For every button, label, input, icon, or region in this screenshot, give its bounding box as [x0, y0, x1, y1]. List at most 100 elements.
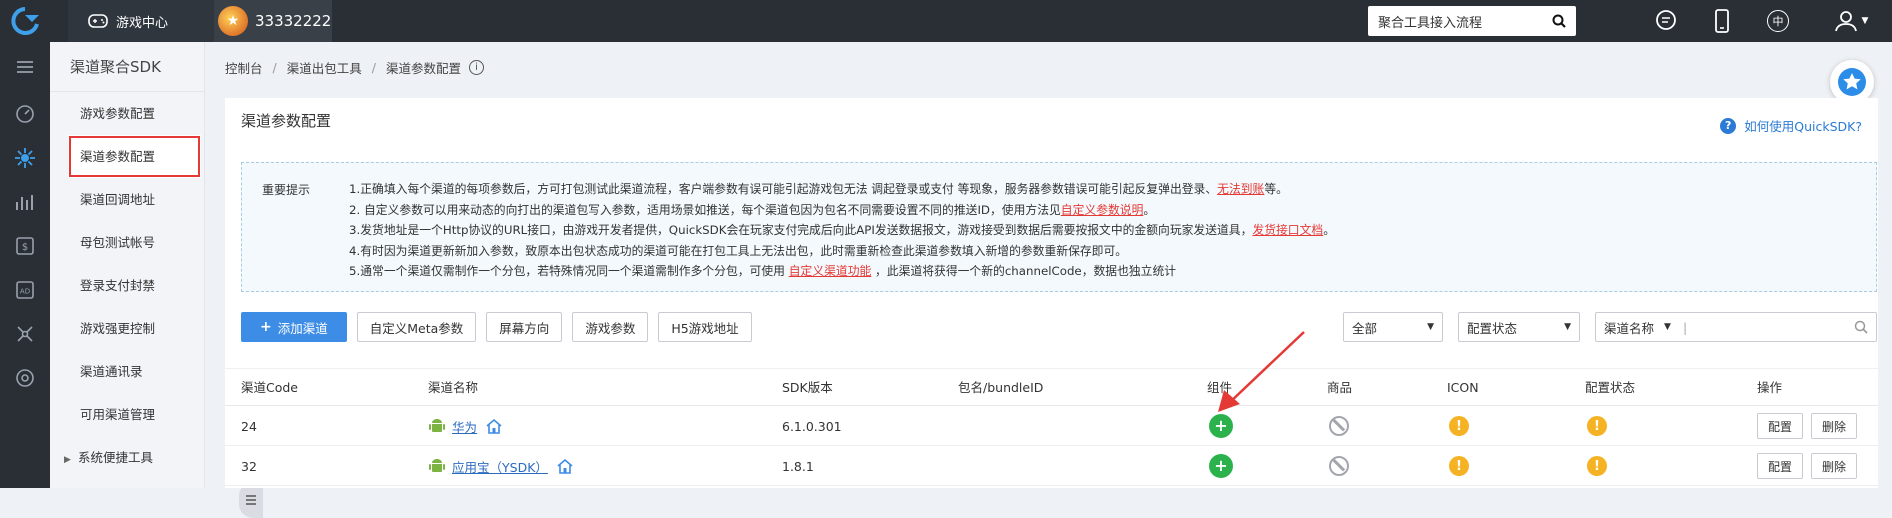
language-icon[interactable]: 中: [1758, 0, 1798, 42]
custom-channel-link[interactable]: 自定义渠道功能: [789, 264, 872, 278]
breadcrumb-current: 渠道参数配置: [385, 61, 461, 76]
sidebar-item-tools[interactable]: ▶ 系统便捷工具: [50, 436, 204, 479]
home-icon[interactable]: [485, 418, 503, 434]
delete-button[interactable]: 删除: [1811, 413, 1858, 439]
search-icon[interactable]: [1854, 320, 1868, 334]
breadcrumb: 控制台 / 渠道出包工具 / 渠道参数配置 i: [225, 58, 484, 77]
custom-params-doc-link[interactable]: 自定义参数说明: [1061, 203, 1144, 217]
game-center-label: 游戏中心: [116, 15, 169, 31]
broadcast-icon[interactable]: [0, 356, 50, 400]
row-actions: 配置 删除: [1757, 446, 1865, 486]
add-channel-button[interactable]: + 添加渠道: [241, 312, 347, 342]
product-status: [1329, 446, 1349, 486]
notice-text: 。: [1143, 202, 1156, 217]
chat-icon[interactable]: [1646, 0, 1686, 42]
chevron-down-icon: ▼: [1861, 16, 1869, 26]
caret-down-icon: ▼: [1664, 322, 1671, 332]
mobile-icon[interactable]: [1702, 0, 1742, 42]
warning-icon: !: [1587, 416, 1607, 436]
user-menu[interactable]: ▼: [1826, 0, 1876, 42]
search-icon[interactable]: [1552, 14, 1566, 28]
chevron-right-icon: ▶: [64, 455, 71, 465]
home-icon[interactable]: [556, 458, 574, 474]
help-link[interactable]: ? 如何使用QuickSDK?: [1720, 116, 1862, 135]
divider: |: [1682, 319, 1688, 335]
col-icon: ICON: [1447, 380, 1479, 395]
gamepad-icon: [88, 14, 108, 28]
sidebar-item-test-account[interactable]: 母包测试帐号: [50, 221, 204, 264]
col-sdk-version: SDK版本: [782, 380, 833, 395]
sdk-hub-icon[interactable]: [0, 136, 50, 180]
search-field-select[interactable]: 渠道名称: [1604, 318, 1654, 337]
filter-all-select[interactable]: 全部 ▼: [1343, 312, 1443, 342]
account-switcher[interactable]: ★ 33332222: [214, 0, 332, 42]
info-icon[interactable]: i: [468, 60, 484, 75]
plus-circle-icon: +: [1209, 454, 1233, 478]
sidebar-item-channel-manage[interactable]: 可用渠道管理: [50, 393, 204, 436]
component-add-button[interactable]: +: [1209, 446, 1233, 486]
channel-name-link[interactable]: 华为: [452, 417, 477, 436]
sidebar-item-force-update[interactable]: 游戏强更控制: [50, 307, 204, 350]
ad-icon[interactable]: AD: [0, 268, 50, 312]
no-arrival-link[interactable]: 无法到账: [1217, 182, 1264, 196]
network-icon[interactable]: [0, 312, 50, 356]
screen-orientation-button[interactable]: 屏幕方向: [486, 312, 563, 342]
custom-meta-button[interactable]: 自定义Meta参数: [356, 312, 477, 342]
row-sdk-version: 6.1.0.301: [782, 418, 842, 434]
sidebar-item-callback-url[interactable]: 渠道回调地址: [50, 178, 204, 221]
notice-line-1: 1.正确填入每个渠道的每项参数后，方可打包测试此渠道流程，客户端参数有误可能引起…: [349, 179, 1335, 200]
sidebar-item-game-params[interactable]: 游戏参数配置: [50, 92, 204, 135]
table-header: 渠道Code 渠道名称 SDK版本 包名/bundleID 组件 商品 ICON…: [225, 368, 1878, 406]
breadcrumb-console[interactable]: 控制台: [225, 58, 263, 77]
sidebar-item-login-ban[interactable]: 登录支付封禁: [50, 264, 204, 307]
config-button[interactable]: 配置: [1757, 413, 1804, 439]
config-button[interactable]: 配置: [1757, 453, 1804, 479]
stats-icon[interactable]: [0, 180, 50, 224]
channel-name-link[interactable]: 应用宝（YSDK）: [452, 457, 548, 476]
caret-down-icon: ▼: [1564, 322, 1571, 332]
sidebar-item-channel-params[interactable]: 渠道参数配置: [68, 135, 201, 178]
row-code: 32: [241, 458, 257, 474]
h5-url-button[interactable]: H5游戏地址: [658, 312, 752, 342]
android-icon: [429, 419, 445, 432]
icon-rail: $ AD: [0, 42, 50, 488]
main-panel: 渠道参数配置 ? 如何使用QuickSDK? 重要提示 1.正确填入每个渠道的每…: [225, 98, 1878, 488]
svg-text:AD: AD: [20, 288, 30, 296]
android-icon: [429, 459, 445, 472]
toolbar: + 添加渠道 自定义Meta参数 屏幕方向 游戏参数 H5游戏地址: [241, 312, 762, 342]
notice-text: 等。: [1264, 182, 1288, 196]
game-center-tab[interactable]: 游戏中心: [68, 0, 214, 42]
notice-lines: 1.正确填入每个渠道的每项参数后，方可打包测试此渠道流程，客户端参数有误可能引起…: [349, 179, 1335, 282]
search-value: 聚合工具接入流程: [1378, 15, 1483, 31]
delivery-api-doc-link[interactable]: 发货接口文档: [1252, 223, 1323, 237]
breadcrumb-package-tool[interactable]: 渠道出包工具: [287, 58, 362, 77]
logo-icon[interactable]: [0, 0, 50, 42]
col-config-status: 配置状态: [1585, 380, 1636, 395]
notice-line-5: 5.通常一个渠道仅需制作一个分包，若特殊情况同一个渠道需制作多个分包，可使用 自…: [349, 261, 1335, 282]
ban-icon: [1329, 456, 1349, 476]
help-link-label: 如何使用QuickSDK?: [1744, 119, 1862, 134]
config-status-select[interactable]: 配置状态 ▼: [1458, 312, 1580, 342]
star-icon: ★: [218, 6, 248, 36]
game-params-button[interactable]: 游戏参数: [572, 312, 649, 342]
notice-label: 重要提示: [262, 183, 311, 197]
config-status: !: [1587, 446, 1607, 486]
ban-icon: [1329, 416, 1349, 436]
table-row: 24 华为 6.1.0.301 + ! ! 配置 删除: [225, 406, 1878, 446]
sidebar-item-contacts[interactable]: 渠道通讯录: [50, 350, 204, 393]
list-icon: [246, 495, 256, 505]
channel-search-input[interactable]: 渠道名称 ▼ |: [1595, 312, 1877, 342]
notice-box: 重要提示 1.正确填入每个渠道的每项参数后，方可打包测试此渠道流程，客户端参数有…: [241, 162, 1877, 292]
menu-toggle-icon[interactable]: [0, 42, 50, 92]
dashboard-icon[interactable]: [0, 92, 50, 136]
finance-icon[interactable]: $: [0, 224, 50, 268]
row-channel: 应用宝（YSDK）: [428, 446, 574, 486]
delete-button[interactable]: 删除: [1811, 453, 1858, 479]
notice-line-3: 3.发货地址是一个Http协议的URL接口，由游戏开发者提供，QuickSDK会…: [349, 220, 1335, 241]
product-status: [1329, 406, 1349, 446]
sidebar: 渠道聚合SDK 游戏参数配置 渠道参数配置 渠道回调地址 母包测试帐号 登录支付…: [50, 42, 263, 518]
breadcrumb-separator: /: [371, 60, 376, 75]
search-input[interactable]: 聚合工具接入流程: [1368, 6, 1576, 36]
star-icon: [1838, 68, 1866, 96]
caret-down-icon: ▼: [1427, 322, 1434, 332]
